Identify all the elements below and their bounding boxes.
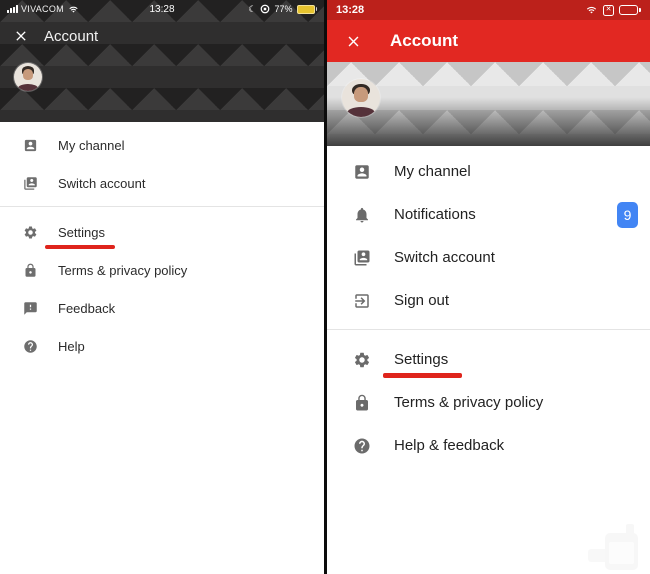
right-status-bar: 13:28 ✕ <box>327 0 650 20</box>
left-account-menu: My channel Switch account Settings <box>0 122 324 365</box>
menu-item-label: Settings <box>58 225 105 240</box>
menu-item-label: Feedback <box>58 301 115 316</box>
close-icon[interactable] <box>13 28 29 44</box>
bell-icon <box>353 206 371 224</box>
menu-item-notifications[interactable]: Notifications 9 <box>327 193 650 236</box>
right-account-header: Account <box>327 20 650 62</box>
lock-icon <box>353 394 371 412</box>
menu-item-settings[interactable]: Settings <box>0 213 324 251</box>
battery-icon <box>297 5 318 14</box>
feedback-icon <box>23 301 38 316</box>
rotation-lock-icon <box>260 4 270 14</box>
menu-item-label: Notifications <box>394 206 476 223</box>
right-phone-screen: 13:28 ✕ Account <box>327 0 650 574</box>
menu-item-label: Help <box>58 339 85 354</box>
battery-percent-label: 77% <box>274 4 292 14</box>
menu-item-label: Settings <box>394 351 448 368</box>
menu-item-feedback[interactable]: Feedback <box>0 289 324 327</box>
menu-item-switch-account[interactable]: Switch account <box>327 236 650 279</box>
menu-item-label: Switch account <box>394 249 495 266</box>
menu-item-label: Switch account <box>58 176 145 191</box>
right-account-menu: My channel Notifications 9 Switch accoun… <box>327 146 650 467</box>
menu-item-settings[interactable]: Settings <box>327 338 650 381</box>
lock-icon <box>23 263 38 278</box>
menu-item-my-channel[interactable]: My channel <box>327 150 650 193</box>
menu-item-label: My channel <box>58 138 124 153</box>
page-title: Account <box>390 31 458 51</box>
menu-item-switch-account[interactable]: Switch account <box>0 164 324 202</box>
avatar[interactable] <box>14 63 42 91</box>
comparison-screenshot: VIVACOM 13:28 ☾ 77% Account <box>0 0 650 574</box>
channel-banner <box>327 62 650 146</box>
menu-item-label: Help & feedback <box>394 437 504 454</box>
avatar[interactable] <box>342 79 380 117</box>
menu-divider <box>0 206 324 207</box>
switch-account-icon <box>353 249 371 267</box>
left-phone-screen: VIVACOM 13:28 ☾ 77% Account <box>0 0 324 574</box>
do-not-disturb-moon-icon: ☾ <box>248 5 256 14</box>
menu-item-help-feedback[interactable]: Help & feedback <box>327 424 650 467</box>
page-title: Account <box>44 28 98 45</box>
menu-item-sign-out[interactable]: Sign out <box>327 279 650 322</box>
menu-item-my-channel[interactable]: My channel <box>0 126 324 164</box>
menu-item-label: My channel <box>394 163 471 180</box>
battery-icon <box>619 5 641 15</box>
left-status-bar: VIVACOM 13:28 ☾ 77% <box>0 0 324 18</box>
menu-item-terms-privacy[interactable]: Terms & privacy policy <box>327 381 650 424</box>
settings-underline-annotation <box>45 245 115 249</box>
menu-item-label: Sign out <box>394 292 449 309</box>
wifi-icon <box>585 5 598 15</box>
account-box-icon <box>23 138 38 153</box>
gear-icon <box>353 351 371 369</box>
menu-divider <box>327 329 650 330</box>
menu-item-terms-privacy[interactable]: Terms & privacy policy <box>0 251 324 289</box>
left-account-header: VIVACOM 13:28 ☾ 77% Account <box>0 0 324 122</box>
sign-out-icon <box>353 292 371 310</box>
gear-icon <box>23 225 38 240</box>
notification-count-badge: 9 <box>617 202 638 228</box>
help-icon <box>23 339 38 354</box>
help-icon <box>353 437 371 455</box>
close-icon[interactable] <box>345 33 362 50</box>
menu-item-label: Terms & privacy policy <box>394 394 543 411</box>
settings-underline-annotation <box>383 373 462 378</box>
menu-item-help[interactable]: Help <box>0 327 324 365</box>
phone-watermark <box>586 522 644 572</box>
no-sim-icon: ✕ <box>603 5 614 16</box>
status-time: 13:28 <box>336 4 364 16</box>
menu-item-label: Terms & privacy policy <box>58 263 187 278</box>
switch-account-icon <box>23 176 38 191</box>
account-box-icon <box>353 163 371 181</box>
